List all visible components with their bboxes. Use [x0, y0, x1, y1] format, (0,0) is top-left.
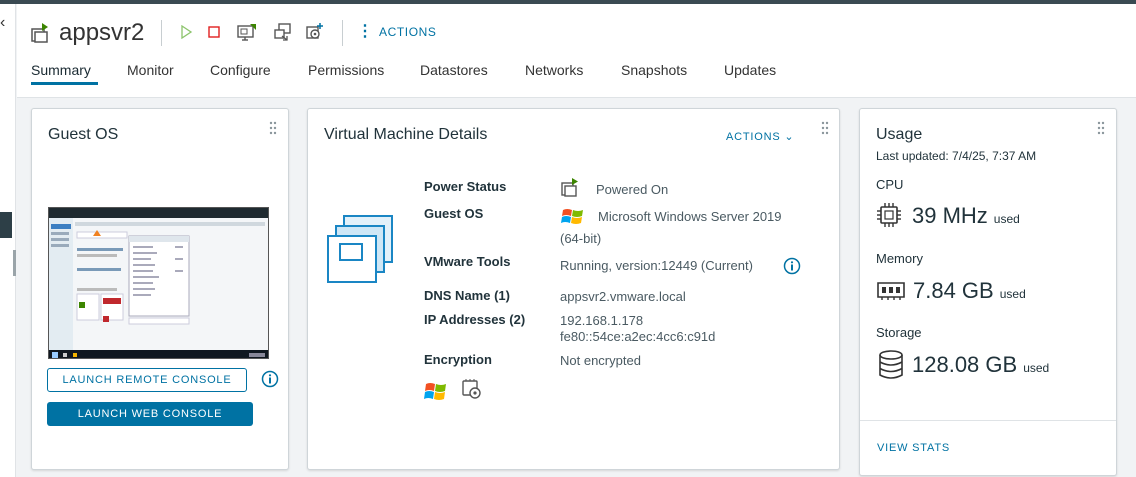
- toolbar-divider: [342, 20, 343, 46]
- memory-label: Memory: [876, 251, 923, 266]
- cpu-usage-value: 39 MHz used: [912, 203, 1020, 232]
- tab-permissions[interactable]: Permissions: [308, 60, 384, 90]
- drag-handle-icon[interactable]: [1097, 121, 1105, 135]
- storage-usage-value: 128.08 GB used: [912, 352, 1049, 381]
- chevron-down-icon: ⌄: [784, 131, 795, 143]
- tab-monitor[interactable]: Monitor: [127, 60, 174, 90]
- vm-settings-icon[interactable]: [305, 22, 325, 42]
- card-title: Virtual Machine Details: [324, 126, 488, 143]
- navigator-scrollbar[interactable]: [13, 250, 16, 276]
- active-tab-indicator: [31, 82, 98, 85]
- power-status-value: Powered On: [596, 182, 669, 197]
- ip-address-value: 192.168.1.178: [560, 313, 644, 328]
- guest-os-label: Guest OS: [424, 206, 484, 221]
- card-title: Guest OS: [48, 126, 119, 143]
- vmware-tools-label: VMware Tools: [424, 254, 511, 269]
- cpu-label: CPU: [876, 177, 904, 192]
- toolbar-divider: [161, 20, 162, 46]
- drag-handle-icon[interactable]: [269, 121, 277, 135]
- page-title: appsvr2: [59, 19, 145, 46]
- used-unit: used: [1023, 361, 1050, 375]
- launch-remote-console-button[interactable]: LAUNCH REMOTE CONSOLE: [47, 368, 247, 392]
- header-divider: [17, 97, 1136, 98]
- info-icon[interactable]: [261, 370, 279, 388]
- tab-datastores[interactable]: Datastores: [420, 60, 488, 90]
- actions-label: ACTIONS: [726, 131, 781, 143]
- guest-os-card: Guest OS LAUNCH REMOTE CONSOLE LAUNCH WE…: [31, 108, 289, 470]
- guest-os-value-bits: (64-bit): [560, 231, 602, 246]
- info-icon[interactable]: [783, 257, 801, 275]
- view-stats-link[interactable]: VIEW STATS: [877, 442, 950, 454]
- dns-name-value: appsvr2.vmware.local: [560, 289, 686, 304]
- encryption-label: Encryption: [424, 352, 492, 367]
- vm-settings-gear-icon: [461, 379, 483, 401]
- last-updated-text: Last updated: 7/4/25, 7:37 AM: [876, 149, 1037, 163]
- memory-usage-value: 7.84 GB used: [913, 278, 1026, 307]
- vm-details-card: Virtual Machine Details ACTIONS ⌄ Power …: [307, 108, 840, 470]
- navigator-edge: ‹: [0, 4, 16, 477]
- used-unit: used: [999, 287, 1026, 301]
- tab-snapshots[interactable]: Snapshots: [621, 60, 687, 90]
- vm-details-actions-button[interactable]: ACTIONS ⌄: [726, 130, 794, 144]
- power-on-icon[interactable]: [176, 22, 196, 42]
- storage-value-text: 128.08 GB: [912, 352, 1018, 377]
- ip-addresses-label: IP Addresses (2): [424, 312, 526, 327]
- vm-header: appsvr2 ⋮ ACTIONS Summary Monitor Config…: [17, 4, 1136, 98]
- vm-powered-on-icon: [31, 22, 51, 44]
- card-title: Usage: [876, 126, 923, 143]
- cpu-icon: [876, 202, 902, 228]
- encryption-value: Not encrypted: [560, 353, 641, 368]
- navigator-selected-item[interactable]: [0, 212, 12, 238]
- guest-os-value: Microsoft Windows Server 2019: [598, 209, 782, 224]
- storage-icon: [878, 350, 904, 380]
- power-status-label: Power Status: [424, 179, 507, 194]
- actions-menu-button[interactable]: ⋮ ACTIONS: [357, 24, 437, 40]
- windows-logo-icon: [424, 381, 448, 403]
- drag-handle-icon[interactable]: [821, 121, 829, 135]
- memory-value-text: 7.84 GB: [913, 278, 994, 303]
- console-screenshot-thumbnail[interactable]: [48, 207, 269, 359]
- ip-address-value: fe80::54ce:a2ec:4cc6:c91d: [560, 329, 716, 344]
- virtual-machine-icon: [326, 214, 396, 284]
- storage-label: Storage: [876, 325, 922, 340]
- collapse-icon[interactable]: ‹: [0, 15, 5, 31]
- dns-name-label: DNS Name (1): [424, 288, 510, 303]
- launch-web-console-button[interactable]: LAUNCH WEB CONSOLE: [47, 402, 253, 426]
- card-divider: [860, 420, 1116, 421]
- cpu-value-text: 39 MHz: [912, 203, 988, 228]
- memory-icon: [876, 279, 906, 301]
- launch-console-icon[interactable]: [237, 22, 257, 42]
- tab-updates[interactable]: Updates: [724, 60, 776, 90]
- usage-card: Usage Last updated: 7/4/25, 7:37 AM CPU …: [859, 108, 1117, 476]
- tab-summary[interactable]: Summary: [31, 60, 91, 90]
- more-vertical-icon: ⋮: [357, 23, 373, 40]
- vm-powered-on-icon: [561, 177, 581, 197]
- tab-configure[interactable]: Configure: [210, 60, 271, 90]
- windows-logo-icon: [561, 207, 585, 227]
- migrate-icon[interactable]: [273, 22, 293, 42]
- vmware-tools-value: Running, version:12449 (Current): [560, 258, 753, 273]
- used-unit: used: [993, 212, 1020, 226]
- tab-networks[interactable]: Networks: [525, 60, 583, 90]
- power-off-icon[interactable]: [204, 22, 224, 42]
